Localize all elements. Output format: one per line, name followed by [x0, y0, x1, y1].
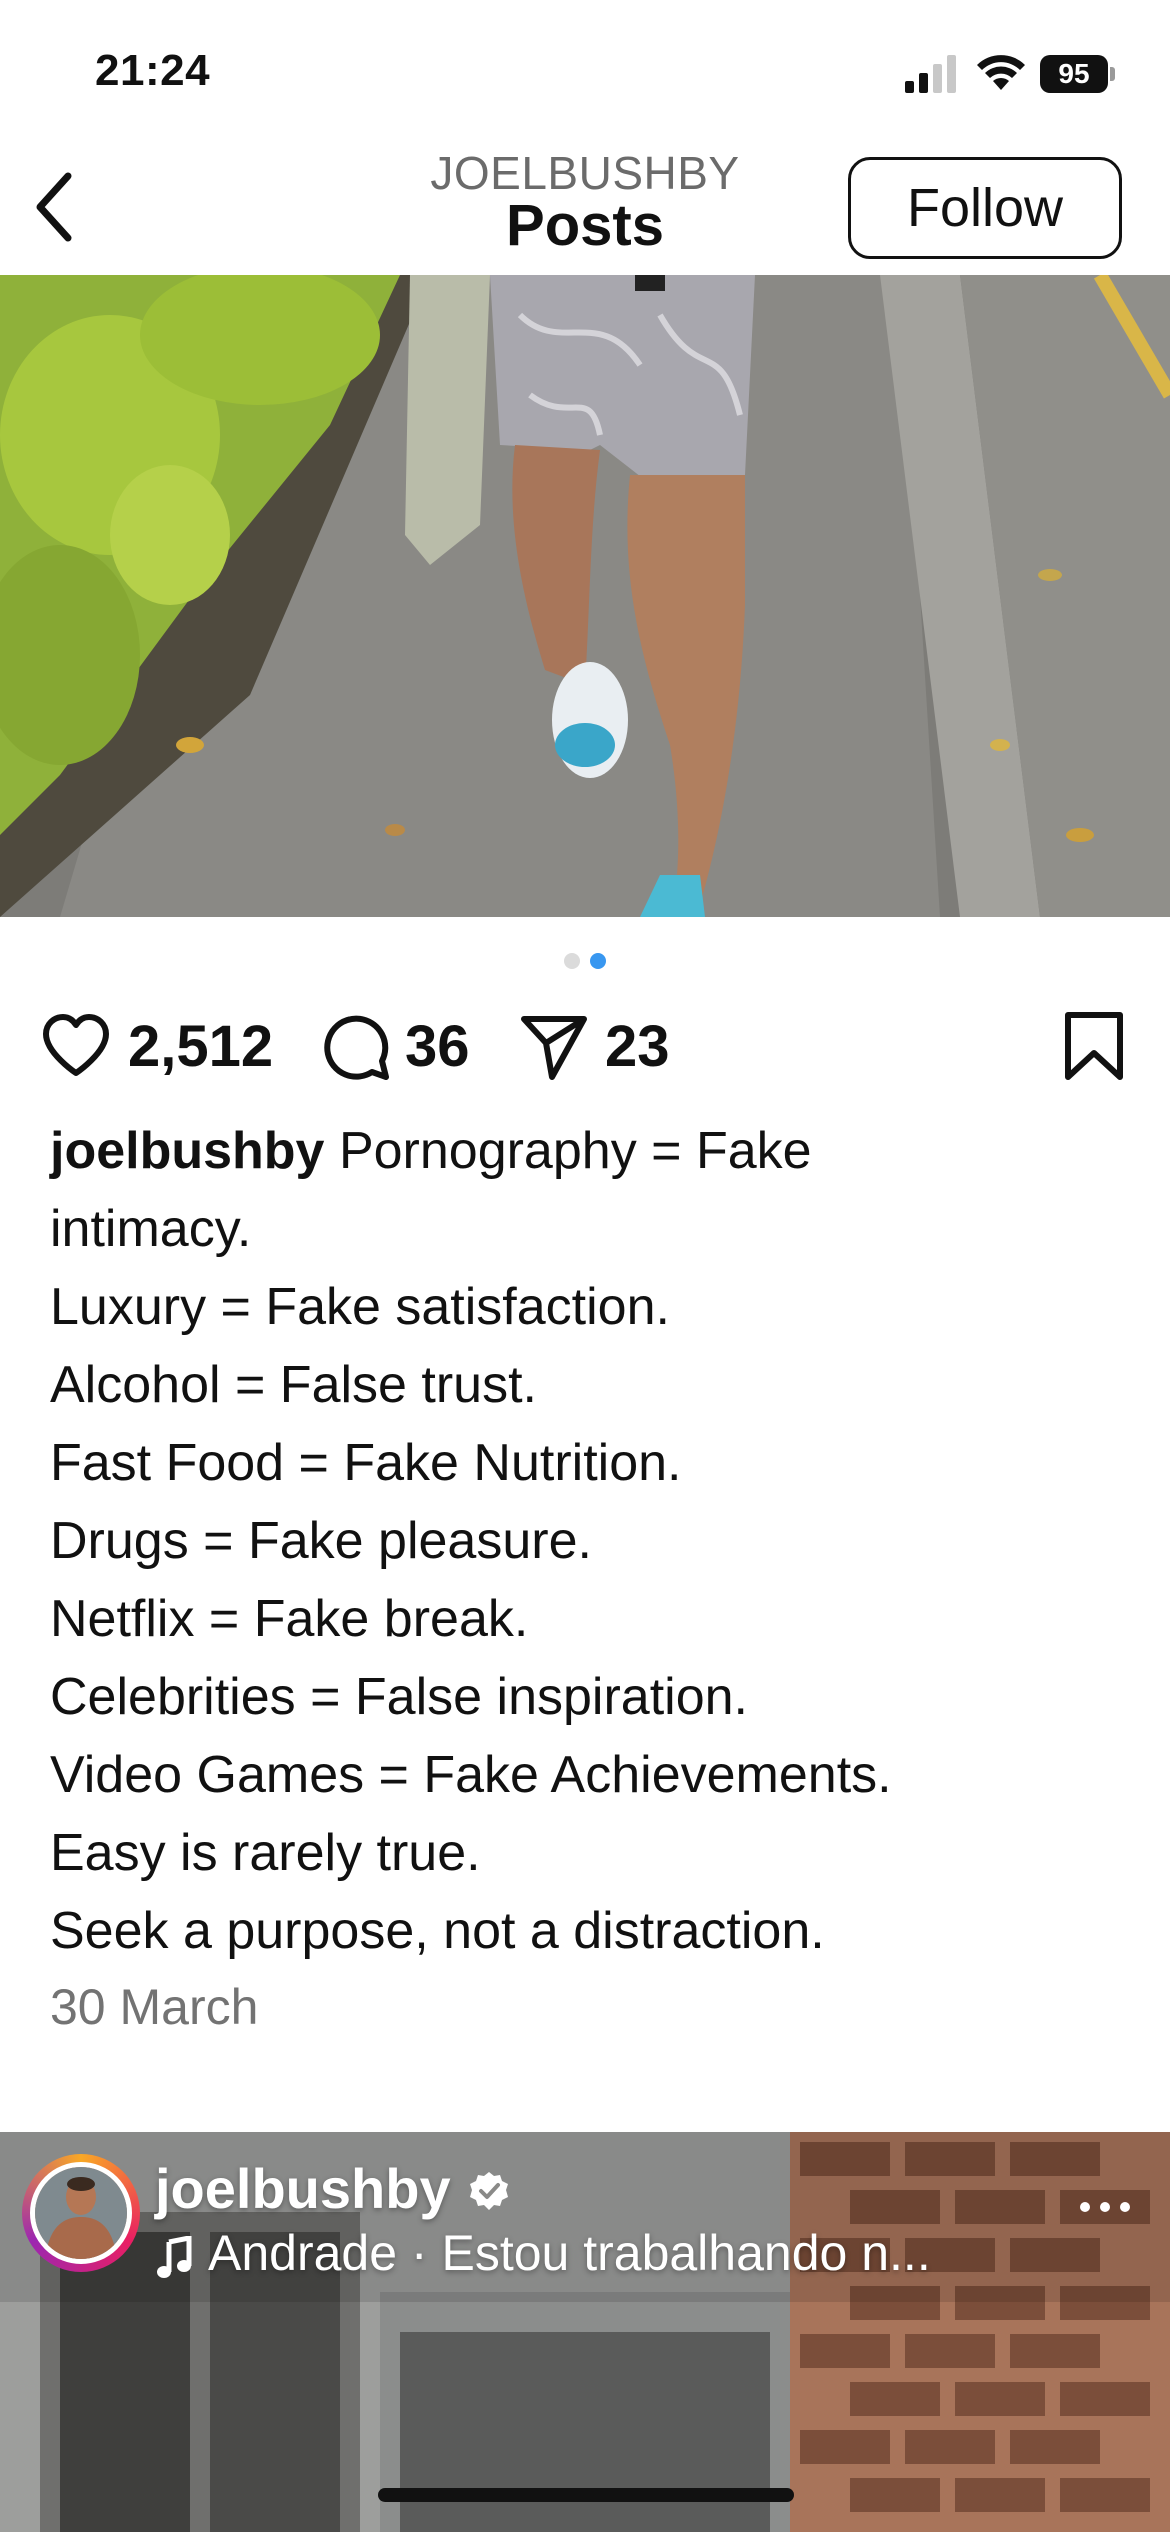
- carousel-indicator: [0, 953, 1170, 969]
- send-icon[interactable]: [518, 1011, 590, 1083]
- post-actions: 2,512 36 23: [0, 1005, 1170, 1085]
- caption-line: Seek a purpose, not a distraction.: [50, 1902, 825, 1960]
- more-icon[interactable]: [1075, 2192, 1135, 2222]
- music-note-icon: [157, 2236, 192, 2278]
- caption-line: Fast Food = Fake Nutrition.: [50, 1434, 682, 1492]
- post-header: JOELBUSHBY Posts Follow: [0, 140, 1170, 275]
- comment-icon[interactable]: [320, 1011, 392, 1083]
- caption-line: intimacy.: [50, 1200, 252, 1258]
- caption-first-line: joelbushby Pornography = Fake: [50, 1112, 1130, 1190]
- avatar-ring[interactable]: [22, 2154, 140, 2272]
- caption-username[interactable]: joelbushby: [50, 1122, 324, 1180]
- home-indicator[interactable]: [378, 2488, 794, 2502]
- post-caption: joelbushby Pornography = Fake intimacy. …: [50, 1112, 1130, 1970]
- battery-icon: 95: [1040, 55, 1116, 93]
- battery-level: 95: [1040, 55, 1108, 93]
- follow-button[interactable]: Follow: [848, 157, 1122, 259]
- carousel-dot-active: [590, 953, 606, 969]
- post-date: 30 March: [50, 1979, 259, 2035]
- reel-audio-label[interactable]: Andrade · Estou trabalhando n...: [208, 2224, 931, 2282]
- comment-count[interactable]: 36: [405, 1009, 470, 1085]
- caption-line: Drugs = Fake pleasure.: [50, 1512, 592, 1570]
- carousel-dot: [564, 953, 580, 969]
- like-count[interactable]: 2,512: [128, 1009, 273, 1085]
- post-photo[interactable]: [0, 275, 1170, 917]
- wifi-icon: [977, 55, 1025, 90]
- caption-line: Luxury = Fake satisfaction.: [50, 1278, 670, 1336]
- caption-line: Netflix = Fake break.: [50, 1590, 529, 1648]
- caption-text: Pornography = Fake: [338, 1122, 812, 1180]
- next-post[interactable]: joelbushby Andrade · Estou trabalhando n…: [0, 2132, 1170, 2532]
- caption-line: Celebrities = False inspiration.: [50, 1668, 748, 1726]
- caption-line: Alcohol = False trust.: [50, 1356, 537, 1414]
- heart-icon[interactable]: [40, 1011, 112, 1083]
- avatar[interactable]: [30, 2162, 132, 2264]
- bookmark-icon[interactable]: [1058, 1011, 1130, 1083]
- share-count[interactable]: 23: [605, 1009, 670, 1085]
- signal-icon: [905, 55, 956, 93]
- reel-username[interactable]: joelbushby: [155, 2156, 451, 2221]
- status-time: 21:24: [95, 46, 211, 95]
- verified-icon: [470, 2172, 508, 2210]
- caption-line: Video Games = Fake Achievements.: [50, 1746, 892, 1804]
- status-bar: 21:24 95: [0, 0, 1170, 140]
- avatar-image: [35, 2167, 127, 2259]
- caption-line: Easy is rarely true.: [50, 1824, 481, 1882]
